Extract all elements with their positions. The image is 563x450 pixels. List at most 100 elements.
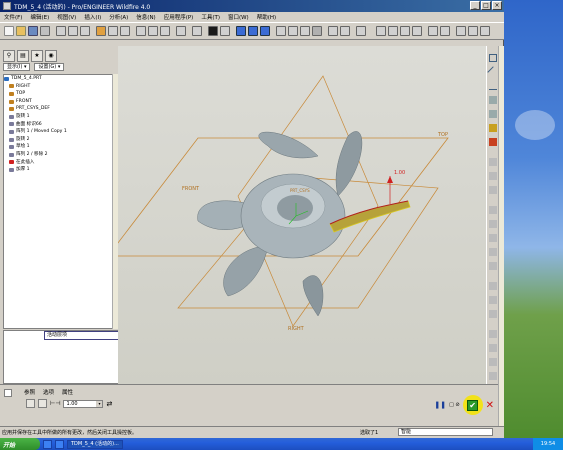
maximize-button[interactable]: □ [481,1,491,10]
menu-edit[interactable]: 编辑(E) [26,13,53,21]
thickness-input[interactable]: 1.00 ▾ [63,399,104,408]
tree-item[interactable]: FRONT [4,98,112,106]
datum-curve-tool-icon[interactable] [489,82,497,90]
wireframe-icon[interactable] [276,26,286,36]
datum-point-tool-icon[interactable] [489,96,497,104]
refit-icon[interactable] [260,26,270,36]
tree-item[interactable]: 加厚 1 [4,166,112,174]
pattern-tool-icon[interactable] [489,344,497,352]
menu-file[interactable]: 文件(F) [0,13,26,21]
quicklaunch-icon[interactable] [55,439,64,449]
tree-item[interactable]: 旋转 2 [4,136,112,144]
copy-icon[interactable] [68,26,78,36]
menu-window[interactable]: 窗口(W) [224,13,253,21]
save-icon[interactable] [28,26,38,36]
connections-tab-icon[interactable]: ◉ [45,50,57,62]
cut-material-icon[interactable] [38,399,47,408]
thicken-tool-icon[interactable] [489,372,497,380]
tree-item[interactable]: 旋转 1 [4,113,112,121]
quicklaunch-icon[interactable] [43,439,52,449]
tab-references[interactable]: 参照 [24,388,35,396]
dimension-value[interactable]: 1.00 [394,170,405,176]
title-bar[interactable]: TDM_5_4 (活动的) - Pro/ENGINEER Wildfire 4.… [0,0,504,12]
menu-info[interactable]: 信息(N) [132,13,159,21]
datum-axis-tool-icon[interactable] [487,66,499,78]
axis-display-icon[interactable] [468,26,478,36]
tree-item-insert-here[interactable]: 在此插入 [4,159,112,167]
redo-icon[interactable] [120,26,130,36]
tree-item[interactable]: TOP [4,90,112,98]
hole-tool-icon[interactable] [489,206,497,214]
sweep-tool-icon[interactable] [489,186,497,194]
tree-display-menu[interactable]: 显示(I) ▾ [3,63,31,71]
plane-display-icon[interactable] [456,26,466,36]
filter-dropdown[interactable]: 智能 [398,428,493,436]
minimize-button[interactable]: _ [470,1,480,10]
view-mgr-icon[interactable] [176,26,186,36]
folder-browser-tab-icon[interactable]: ▤ [17,50,29,62]
flip-direction-icon[interactable]: ⇄ [106,400,112,408]
paste-icon[interactable] [80,26,90,36]
csys-tool-icon[interactable] [489,110,497,118]
tree-settings-menu[interactable]: 设置(G) ▾ [34,63,65,71]
shell-tool-icon[interactable] [489,220,497,228]
solid-thicken-icon[interactable] [26,399,35,408]
datum-points-icon[interactable] [400,26,410,36]
csys-icon[interactable] [412,26,422,36]
spin-center-icon[interactable] [208,26,218,36]
pause-button[interactable]: ❚❚ [434,401,446,409]
no-hidden-icon[interactable] [300,26,310,36]
close-button[interactable]: × [492,1,502,10]
menu-analysis[interactable]: 分析(A) [105,13,132,21]
tab-options[interactable]: 选项 [43,388,54,396]
datum-plane-tool-icon[interactable] [489,54,497,62]
draft-tool-icon[interactable] [489,248,497,256]
zoom-out-icon[interactable] [248,26,258,36]
shading-icon[interactable] [312,26,322,36]
tree-item-root[interactable]: TDM_5_4.PRT [4,75,112,83]
menu-tools[interactable]: 工具(T) [197,13,224,21]
cut-icon[interactable] [56,26,66,36]
revolve-tool-icon[interactable] [489,172,497,180]
repaint-icon[interactable] [192,26,202,36]
tree-item[interactable]: 阵列 2 / 移除 2 [4,151,112,159]
favorites-tab-icon[interactable]: ★ [31,50,43,62]
graphics-viewport[interactable]: TOP FRONT RIGHT PRT_CSYS 1.00 [107,46,486,384]
cancel-button[interactable]: ✕ [486,400,494,411]
extrude-tool-icon[interactable] [489,158,497,166]
help-icon[interactable] [440,26,450,36]
undo-icon[interactable] [108,26,118,36]
task-proe[interactable]: TDM_5_4 (活动的)... [67,439,123,449]
hidden-line-icon[interactable] [288,26,298,36]
analysis-tool-icon[interactable] [489,138,497,146]
menu-help[interactable]: 帮助(H) [253,13,280,21]
regenerate-icon[interactable] [96,26,106,36]
zoom-in-icon[interactable] [236,26,246,36]
smart-filter-dropdown[interactable]: 活动层项 [44,331,128,340]
open-folder-icon[interactable] [16,26,26,36]
tree-item[interactable]: 草绘 1 [4,143,112,151]
tree-item[interactable]: 阵列 1 / Moved Copy 1 [4,128,112,136]
view-manager-icon[interactable] [340,26,350,36]
new-file-icon[interactable] [4,26,14,36]
chamfer-tool-icon[interactable] [489,282,497,290]
annotation-icon[interactable] [428,26,438,36]
menu-insert[interactable]: 插入(I) [80,13,105,21]
model-tree-tab-icon[interactable]: ⚲ [3,50,15,62]
datum-axes-icon[interactable] [388,26,398,36]
layers-icon[interactable] [356,26,366,36]
apply-button[interactable]: ✔ [467,399,479,411]
datum-planes-icon[interactable] [376,26,386,36]
menu-applications[interactable]: 应用程序(P) [160,13,198,21]
trim-tool-icon[interactable] [489,330,497,338]
dashboard-collapse-icon[interactable] [4,389,12,397]
mirror-tool-icon[interactable] [489,296,497,304]
layer-icon[interactable] [160,26,170,36]
merge-tool-icon[interactable] [489,310,497,318]
print-icon[interactable] [40,26,50,36]
tree-item[interactable]: RIGHT [4,83,112,91]
saved-views-icon[interactable] [328,26,338,36]
tree-item[interactable]: 曲面 标识66 [4,121,112,129]
start-button[interactable]: 开始 [0,438,40,450]
relations-icon[interactable] [136,26,146,36]
